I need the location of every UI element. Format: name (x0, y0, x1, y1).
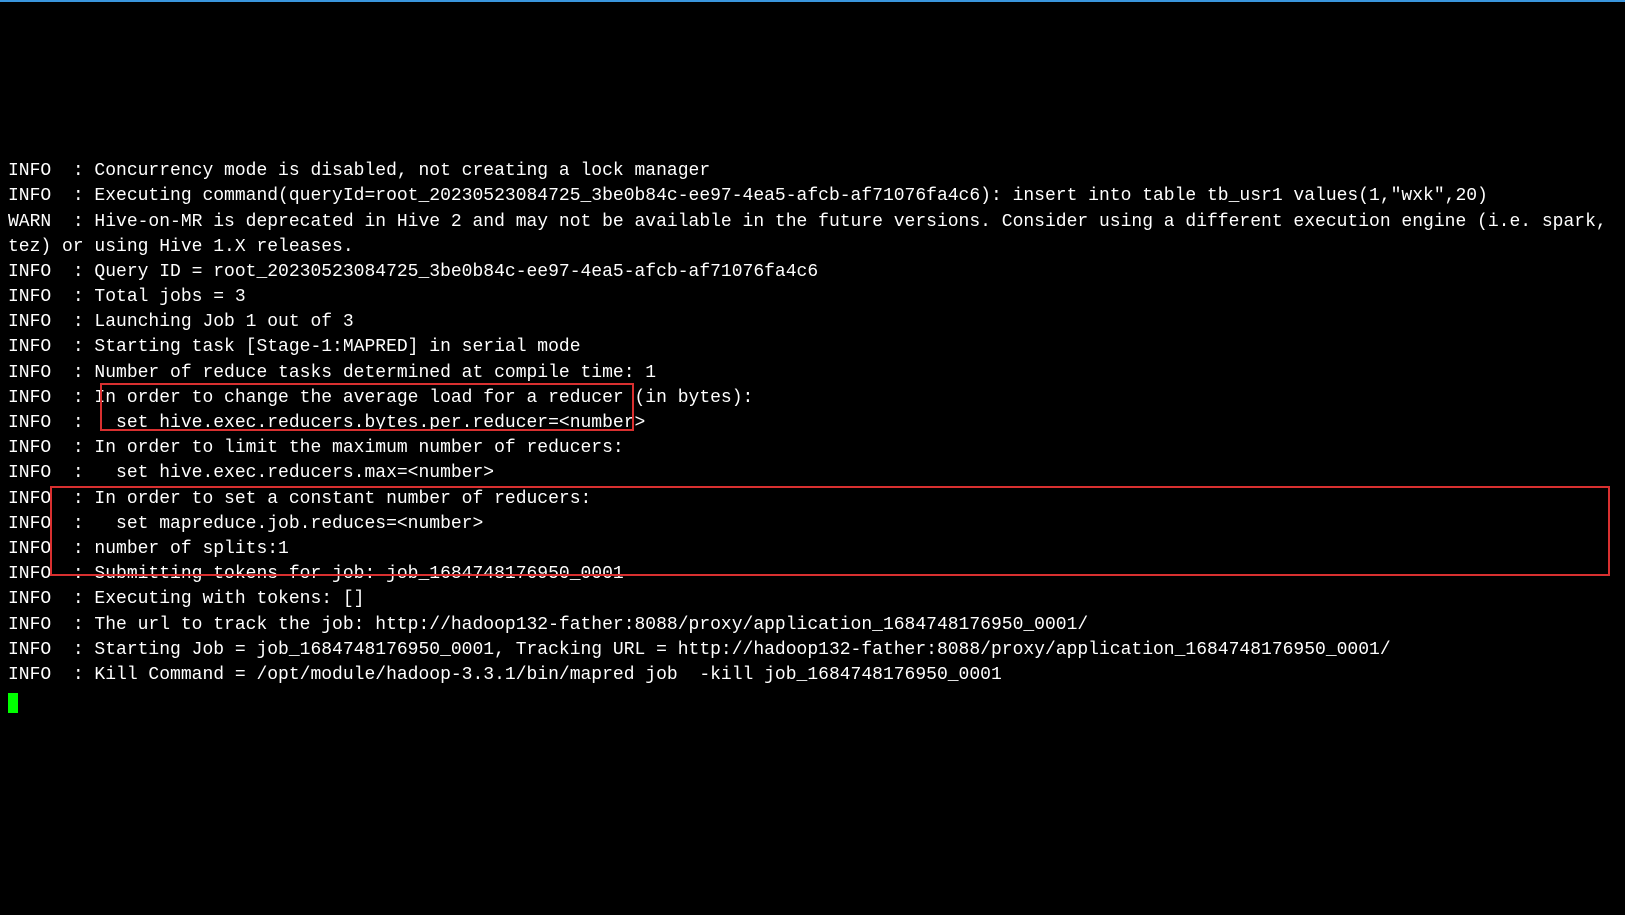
log-message: : Hive-on-MR is deprecated in Hive 2 and… (8, 212, 1617, 257)
log-level: INFO (8, 363, 62, 383)
log-message: : Concurrency mode is disabled, not crea… (62, 161, 710, 181)
log-line: INFO : Starting Job = job_1684748176950_… (8, 638, 1617, 663)
log-line: INFO : In order to limit the maximum num… (8, 436, 1617, 461)
log-level: INFO (8, 589, 62, 609)
log-line: INFO : set hive.exec.reducers.bytes.per.… (8, 411, 1617, 436)
log-line: INFO : Kill Command = /opt/module/hadoop… (8, 663, 1617, 688)
log-line: INFO : Launching Job 1 out of 3 (8, 310, 1617, 335)
log-line: INFO : Concurrency mode is disabled, not… (8, 159, 1617, 184)
log-level: INFO (8, 489, 62, 509)
log-level: INFO (8, 564, 62, 584)
log-line: INFO : Query ID = root_20230523084725_3b… (8, 260, 1617, 285)
log-line: WARN : Hive-on-MR is deprecated in Hive … (8, 210, 1617, 260)
log-line: INFO : set hive.exec.reducers.max=<numbe… (8, 461, 1617, 486)
log-line: INFO : Total jobs = 3 (8, 285, 1617, 310)
log-message: : Query ID = root_20230523084725_3be0b84… (62, 262, 818, 282)
log-level: INFO (8, 388, 62, 408)
log-message: : Launching Job 1 out of 3 (62, 312, 354, 332)
log-level: INFO (8, 161, 62, 181)
log-level: INFO (8, 640, 62, 660)
log-level: INFO (8, 463, 62, 483)
log-level: INFO (8, 615, 62, 635)
log-line: INFO : Executing with tokens: [] (8, 587, 1617, 612)
log-message: : Executing with tokens: [] (62, 589, 364, 609)
log-message: : In order to limit the maximum number o… (62, 438, 624, 458)
log-message: : The url to track the job: http://hadoo… (62, 615, 1088, 635)
window-top-border (0, 0, 1625, 2)
log-message: : set hive.exec.reducers.bytes.per.reduc… (62, 413, 645, 433)
log-level: INFO (8, 312, 62, 332)
log-message: : set hive.exec.reducers.max=<number> (62, 463, 494, 483)
log-message: : number of splits:1 (62, 539, 289, 559)
log-level: INFO (8, 438, 62, 458)
log-message: : Executing command(queryId=root_2023052… (62, 186, 1488, 206)
log-line: INFO : In order to set a constant number… (8, 487, 1617, 512)
log-line: INFO : set mapreduce.job.reduces=<number… (8, 512, 1617, 537)
log-message: : In order to change the average load fo… (62, 388, 753, 408)
log-line: INFO : In order to change the average lo… (8, 386, 1617, 411)
log-level: WARN (8, 212, 62, 232)
log-line: INFO : Starting task [Stage-1:MAPRED] in… (8, 335, 1617, 360)
log-message: : In order to set a constant number of r… (62, 489, 591, 509)
log-level: INFO (8, 287, 62, 307)
terminal-cursor (8, 693, 18, 713)
log-message: : Number of reduce tasks determined at c… (62, 363, 656, 383)
log-message: : Submitting tokens for job: job_1684748… (62, 564, 624, 584)
log-level: INFO (8, 539, 62, 559)
log-level: INFO (8, 665, 62, 685)
log-level: INFO (8, 514, 62, 534)
log-line: INFO : number of splits:1 (8, 537, 1617, 562)
log-line: INFO : The url to track the job: http://… (8, 613, 1617, 638)
log-message: : Kill Command = /opt/module/hadoop-3.3.… (62, 665, 1002, 685)
log-message: : Total jobs = 3 (62, 287, 246, 307)
log-message: : Starting task [Stage-1:MAPRED] in seri… (62, 337, 580, 357)
log-message: : set mapreduce.job.reduces=<number> (62, 514, 483, 534)
log-line: INFO : Executing command(queryId=root_20… (8, 184, 1617, 209)
log-message: : Starting Job = job_1684748176950_0001,… (62, 640, 1391, 660)
log-level: INFO (8, 337, 62, 357)
log-line: INFO : Submitting tokens for job: job_16… (8, 562, 1617, 587)
log-line: INFO : Number of reduce tasks determined… (8, 361, 1617, 386)
log-level: INFO (8, 413, 62, 433)
terminal-output[interactable]: INFO : Concurrency mode is disabled, not… (8, 159, 1617, 713)
log-level: INFO (8, 262, 62, 282)
log-level: INFO (8, 186, 62, 206)
